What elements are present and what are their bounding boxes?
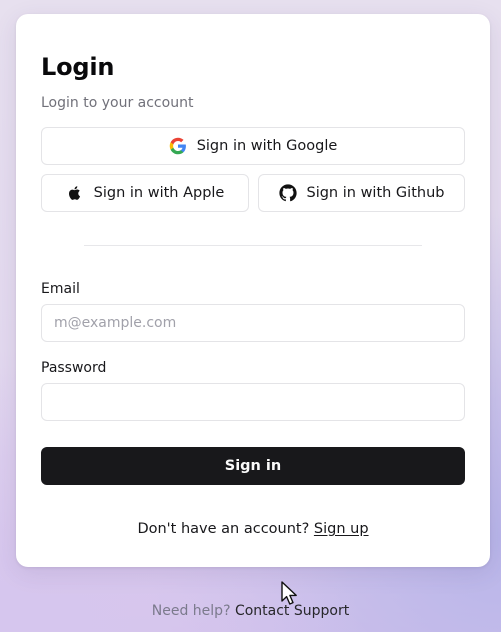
github-button-label: Sign in with Github (306, 185, 445, 201)
password-field[interactable] (41, 383, 465, 421)
email-label: Email (41, 281, 80, 297)
google-icon (169, 137, 187, 155)
apple-button-label: Sign in with Apple (93, 185, 225, 201)
page-title: Login (41, 53, 115, 81)
password-label: Password (41, 360, 107, 376)
google-button-label: Sign in with Google (196, 138, 338, 154)
login-card: Login Login to your account Sign in with… (16, 14, 490, 567)
sign-in-button[interactable]: Sign in (41, 447, 465, 485)
sign-in-github-button[interactable]: Sign in with Github (258, 174, 465, 212)
divider (84, 245, 422, 246)
signup-row: Don't have an account? Sign up (16, 521, 490, 538)
sign-in-apple-button[interactable]: Sign in with Apple (41, 174, 249, 212)
signup-prompt: Don't have an account? (137, 521, 310, 537)
email-field[interactable] (41, 304, 465, 342)
github-icon (278, 184, 297, 202)
mouse-pointer-icon (280, 580, 300, 606)
help-text: Need help? (151, 603, 231, 619)
footer: Need help? Contact Support (0, 603, 501, 620)
apple-icon (66, 184, 84, 202)
sign-up-link[interactable]: Sign up (314, 521, 369, 537)
sign-in-google-button[interactable]: Sign in with Google (41, 127, 465, 165)
page-subtitle: Login to your account (41, 95, 194, 111)
